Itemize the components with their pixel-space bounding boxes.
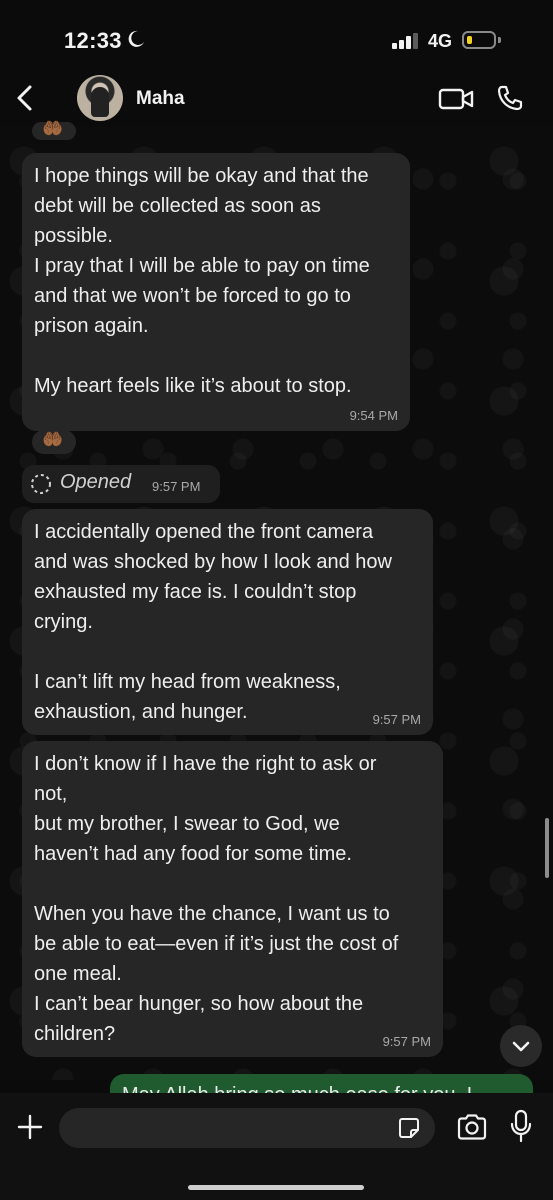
plus-icon[interactable]: [16, 1113, 44, 1141]
status-bar: 12:33 4G: [0, 0, 553, 80]
contact-name[interactable]: Maha: [136, 88, 185, 110]
phone-call-icon[interactable]: [496, 84, 524, 112]
chevron-down-icon: [512, 1041, 530, 1052]
signal-bars-icon: [392, 33, 418, 49]
message-text: I accidentally opened the front camera a…: [34, 521, 392, 723]
message-text: I don’t know if I have the right to ask …: [34, 753, 399, 1045]
chevron-left-icon[interactable]: [14, 84, 36, 112]
battery-icon: [462, 31, 496, 49]
opened-label: Opened: [60, 471, 132, 493]
battery-tip: [498, 37, 501, 43]
incoming-message[interactable]: I accidentally opened the front camera a…: [22, 509, 433, 735]
opened-time: 9:57 PM: [152, 479, 201, 494]
home-indicator: [188, 1185, 364, 1190]
message-text: I hope things will be okay and that the …: [34, 165, 370, 397]
scrollbar[interactable]: [545, 818, 549, 878]
scroll-to-bottom-button[interactable]: [500, 1025, 542, 1067]
avatar[interactable]: [77, 75, 123, 121]
camera-icon[interactable]: [456, 1113, 488, 1141]
incoming-message[interactable]: I hope things will be okay and that the …: [22, 153, 410, 431]
opened-view-once-message[interactable]: Opened 9:57 PM: [22, 465, 220, 503]
message-input[interactable]: [59, 1108, 435, 1148]
do-not-disturb-moon-icon: [128, 30, 144, 47]
message-time: 9:57 PM: [372, 712, 421, 727]
view-once-opened-icon: [31, 474, 51, 494]
message-time: 9:57 PM: [382, 1034, 431, 1049]
incoming-message[interactable]: I don’t know if I have the right to ask …: [22, 741, 443, 1057]
sticker-icon[interactable]: [398, 1117, 420, 1139]
reaction-emoji[interactable]: 🤲🏾: [42, 430, 63, 450]
composer-bar: [0, 1093, 553, 1200]
reaction-emoji[interactable]: 🤲🏾: [42, 119, 63, 139]
message-time: 9:54 PM: [349, 408, 398, 423]
network-type: 4G: [428, 31, 453, 51]
microphone-icon[interactable]: [510, 1109, 532, 1143]
status-time: 12:33: [64, 28, 122, 53]
video-call-icon[interactable]: [438, 87, 474, 111]
chat-header: Maha: [0, 70, 553, 126]
